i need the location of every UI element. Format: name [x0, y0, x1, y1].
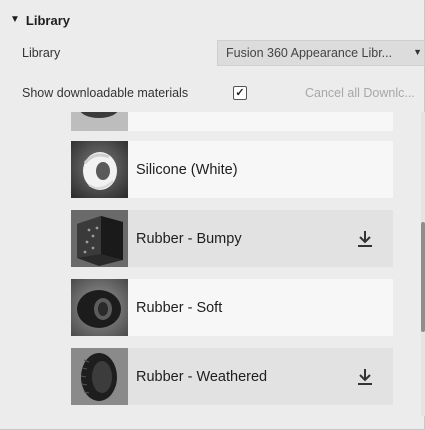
material-thumbnail-soft-rubber-ring — [71, 279, 128, 336]
download-icon[interactable] — [357, 368, 373, 386]
library-section-header[interactable]: ▼ Library — [10, 10, 70, 30]
library-panel: ▼ Library Library Fusion 360 Appearance … — [0, 0, 425, 430]
material-name: Silicone (White) — [136, 161, 238, 178]
material-name: Rubber - Soft — [136, 299, 223, 316]
material-name: Rubber - Weathered — [136, 368, 268, 385]
section-title: Library — [25, 12, 70, 28]
material-card[interactable]: Rubber - Bumpy — [71, 210, 393, 267]
show-downloadable-checkbox[interactable]: ✓ — [233, 86, 247, 100]
material-card[interactable]: Rubber - Soft — [71, 279, 393, 336]
download-icon[interactable] — [357, 230, 373, 248]
material-name: Rubber - Bumpy — [136, 230, 242, 247]
library-dropdown[interactable]: Fusion 360 Appearance Libr... ▼ — [217, 40, 425, 66]
material-card[interactable] — [71, 112, 393, 131]
material-card[interactable]: Silicone (White) — [71, 141, 393, 198]
material-thumbnail-bumpy-rubber-cube — [71, 210, 128, 267]
material-thumbnail-partial-ring — [71, 112, 128, 131]
material-card[interactable]: Rubber - Weathered — [71, 348, 393, 405]
cancel-all-downloads-button[interactable]: Cancel all Downlc... — [305, 86, 425, 100]
collapse-triangle-icon[interactable]: ▼ — [10, 15, 20, 25]
checkmark-icon: ✓ — [235, 86, 245, 99]
show-downloadable-label: Show downloadable materials — [22, 86, 189, 100]
library-label: Library — [22, 46, 61, 60]
scrollbar-thumb[interactable] — [421, 222, 425, 332]
materials-list[interactable]: Silicone (White) Rubber - Bumpy Rubber -… — [0, 112, 421, 416]
chevron-down-icon: ▼ — [413, 47, 422, 57]
material-thumbnail-white-twisted-ring — [71, 141, 128, 198]
material-thumbnail-weathered-tire — [71, 348, 128, 405]
library-dropdown-value: Fusion 360 Appearance Libr... — [226, 46, 393, 60]
